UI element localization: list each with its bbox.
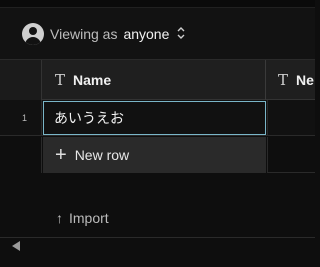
new-row-button[interactable]: + New row [43, 137, 266, 173]
up-down-chevron-icon [177, 27, 185, 41]
new-row-gutter [0, 137, 42, 173]
import-label: Import [69, 210, 109, 226]
new-row-filler [267, 137, 315, 173]
viewing-as-selector[interactable]: Viewing as anyone [22, 22, 185, 46]
import-button[interactable]: ↑ Import [56, 210, 109, 226]
new-row-label: New row [74, 147, 130, 163]
table-row: 1 あいうえお [0, 100, 315, 136]
name-cell[interactable]: あいうえお [43, 101, 266, 135]
scroll-left-icon[interactable] [12, 241, 20, 251]
column-header-name[interactable]: T Name [42, 60, 266, 100]
column-header-ne[interactable]: T Ne [266, 60, 320, 100]
plus-icon: + [55, 144, 67, 166]
text-type-icon: T [278, 71, 289, 89]
viewing-as-label: Viewing as [50, 26, 118, 42]
row-number: 1 [0, 100, 42, 136]
person-avatar-icon [22, 23, 44, 45]
top-edge [0, 0, 315, 8]
ne-cell[interactable] [267, 100, 315, 136]
viewing-as-user: anyone [123, 26, 170, 42]
header-row: T Name T Ne [0, 60, 315, 100]
column-label: Ne [296, 72, 314, 88]
arrow-up-icon: ↑ [56, 210, 63, 226]
text-type-icon: T [55, 71, 66, 89]
horizontal-scrollbar[interactable] [0, 237, 315, 249]
top-bar: Viewing as anyone [0, 0, 315, 60]
row-number-header [0, 60, 42, 100]
column-label: Name [73, 72, 112, 88]
